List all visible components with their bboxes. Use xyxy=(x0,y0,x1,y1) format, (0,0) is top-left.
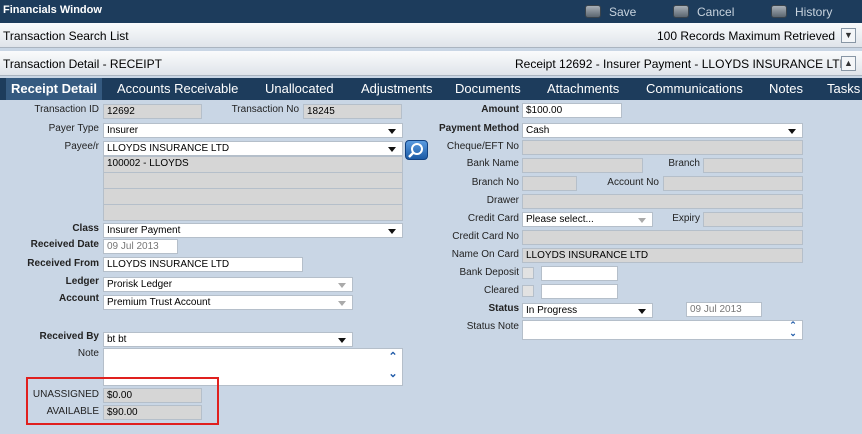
ledger-label: Ledger xyxy=(65,276,99,287)
tab-documents[interactable]: Documents xyxy=(455,81,521,96)
payee-line-1: 100002 - LLOYDS xyxy=(103,156,403,173)
received-date-label: Received Date xyxy=(30,239,99,250)
expiry-label: Expiry xyxy=(672,213,700,224)
detail-summary: Receipt 12692 - Insurer Payment - LLOYDS… xyxy=(515,57,849,71)
drawer-field xyxy=(522,194,803,209)
amount-label: Amount xyxy=(481,104,519,115)
received-date-field[interactable]: 09 Jul 2013 xyxy=(103,239,178,254)
branch-no-label: Branch No xyxy=(471,177,519,188)
tab-tasks[interactable]: Tasks xyxy=(827,81,860,96)
branch-label: Branch xyxy=(668,158,700,169)
account-select[interactable]: Premium Trust Account xyxy=(103,295,353,310)
received-from-field[interactable]: LLOYDS INSURANCE LTD xyxy=(103,257,303,272)
tab-unallocated[interactable]: Unallocated xyxy=(265,81,334,96)
tab-communications[interactable]: Communications xyxy=(646,81,743,96)
available-field: $90.00 xyxy=(103,405,202,420)
payer-type-select[interactable]: Insurer xyxy=(103,123,403,138)
account-label: Account xyxy=(59,293,99,304)
available-label: AVAILABLE xyxy=(46,406,99,417)
bank-deposit-checkbox[interactable] xyxy=(522,267,534,279)
note-label: Note xyxy=(77,348,99,359)
expiry-field xyxy=(703,212,803,227)
detail-title: Transaction Detail - RECEIPT xyxy=(3,57,162,71)
drawer-label: Drawer xyxy=(486,195,519,206)
payee-select[interactable]: LLOYDS INSURANCE LTD xyxy=(103,141,403,156)
transaction-id-field: 12692 xyxy=(103,104,202,119)
class-select[interactable]: Insurer Payment xyxy=(103,223,403,238)
search-list-title: Transaction Search List xyxy=(3,29,129,43)
received-from-label: Received From xyxy=(27,258,99,269)
payee-line-3 xyxy=(103,188,403,205)
transaction-no-field: 18245 xyxy=(303,104,402,119)
payment-method-label: Payment Method xyxy=(438,123,519,134)
tab-bar: Receipt Detail Accounts Receivable Unall… xyxy=(0,78,862,100)
payment-method-select[interactable]: Cash xyxy=(522,123,803,138)
unassigned-label: UNASSIGNED xyxy=(32,389,99,400)
credit-card-label: Credit Card xyxy=(467,213,519,224)
records-count: 100 Records Maximum Retrieved xyxy=(657,29,836,43)
payee-line-2 xyxy=(103,172,403,189)
tab-adjustments[interactable]: Adjustments xyxy=(361,81,433,96)
transaction-no-label: Transaction No xyxy=(231,104,299,115)
tab-accounts-receivable[interactable]: Accounts Receivable xyxy=(117,81,238,96)
search-icon[interactable] xyxy=(405,140,428,160)
window-title-bar: Financials Window Save Cancel History xyxy=(0,0,862,23)
credit-card-select[interactable]: Please select... xyxy=(522,212,653,227)
payee-line-4 xyxy=(103,204,403,221)
unassigned-field: $0.00 xyxy=(103,388,202,403)
class-label: Class xyxy=(72,223,99,234)
bank-deposit-label: Bank Deposit xyxy=(459,267,519,278)
status-select[interactable]: In Progress xyxy=(522,303,653,318)
detail-bar[interactable]: Transaction Detail - RECEIPT Receipt 126… xyxy=(0,51,862,76)
name-on-card-field: LLOYDS INSURANCE LTD xyxy=(522,248,803,263)
save-icon xyxy=(585,5,601,18)
chevron-down-icon[interactable]: ▼ xyxy=(841,28,856,43)
cleared-field[interactable] xyxy=(541,284,618,299)
account-no-field xyxy=(663,176,803,191)
received-by-label: Received By xyxy=(39,331,99,342)
save-button[interactable]: Save xyxy=(585,3,636,20)
name-on-card-label: Name On Card xyxy=(451,249,519,260)
ledger-select[interactable]: Prorisk Ledger xyxy=(103,277,353,292)
status-label: Status xyxy=(488,303,519,314)
history-button[interactable]: History xyxy=(771,3,832,20)
cancel-icon xyxy=(673,5,689,18)
payer-type-label: Payer Type xyxy=(48,123,99,134)
bank-deposit-field[interactable] xyxy=(541,266,618,281)
status-note-label: Status Note xyxy=(466,321,519,332)
tab-receipt-detail[interactable]: Receipt Detail xyxy=(6,78,102,100)
payee-label: Payee/r xyxy=(64,141,99,152)
cheque-label: Cheque/EFT No xyxy=(446,141,519,152)
bank-name-field xyxy=(522,158,643,173)
tab-attachments[interactable]: Attachments xyxy=(547,81,619,96)
transaction-id-label: Transaction ID xyxy=(34,104,99,115)
cleared-checkbox[interactable] xyxy=(522,285,534,297)
received-by-select[interactable]: bt bt xyxy=(103,332,353,347)
window-title: Financials Window xyxy=(3,4,102,16)
cheque-field xyxy=(522,140,803,155)
history-icon xyxy=(771,5,787,18)
credit-card-no-label: Credit Card No xyxy=(452,231,519,242)
status-note-textarea[interactable]: ⌃ ⌄ xyxy=(522,320,803,340)
credit-card-no-field xyxy=(522,230,803,245)
bank-name-label: Bank Name xyxy=(466,158,519,169)
chevron-down-icon[interactable]: ⌄ xyxy=(387,369,399,380)
account-no-label: Account No xyxy=(607,177,659,188)
cancel-button[interactable]: Cancel xyxy=(673,3,734,20)
amount-field[interactable]: $100.00 xyxy=(522,103,622,118)
status-date-field[interactable]: 09 Jul 2013 xyxy=(686,302,762,317)
branch-no-field xyxy=(522,176,577,191)
chevron-down-icon[interactable]: ⌄ xyxy=(787,329,799,338)
tab-notes[interactable]: Notes xyxy=(769,81,803,96)
chevron-up-icon[interactable]: ⌃ xyxy=(387,352,399,363)
chevron-up-icon[interactable]: ▲ xyxy=(841,56,856,71)
cleared-label: Cleared xyxy=(483,285,519,296)
branch-field xyxy=(703,158,803,173)
search-list-bar[interactable]: Transaction Search List 100 Records Maxi… xyxy=(0,23,862,48)
